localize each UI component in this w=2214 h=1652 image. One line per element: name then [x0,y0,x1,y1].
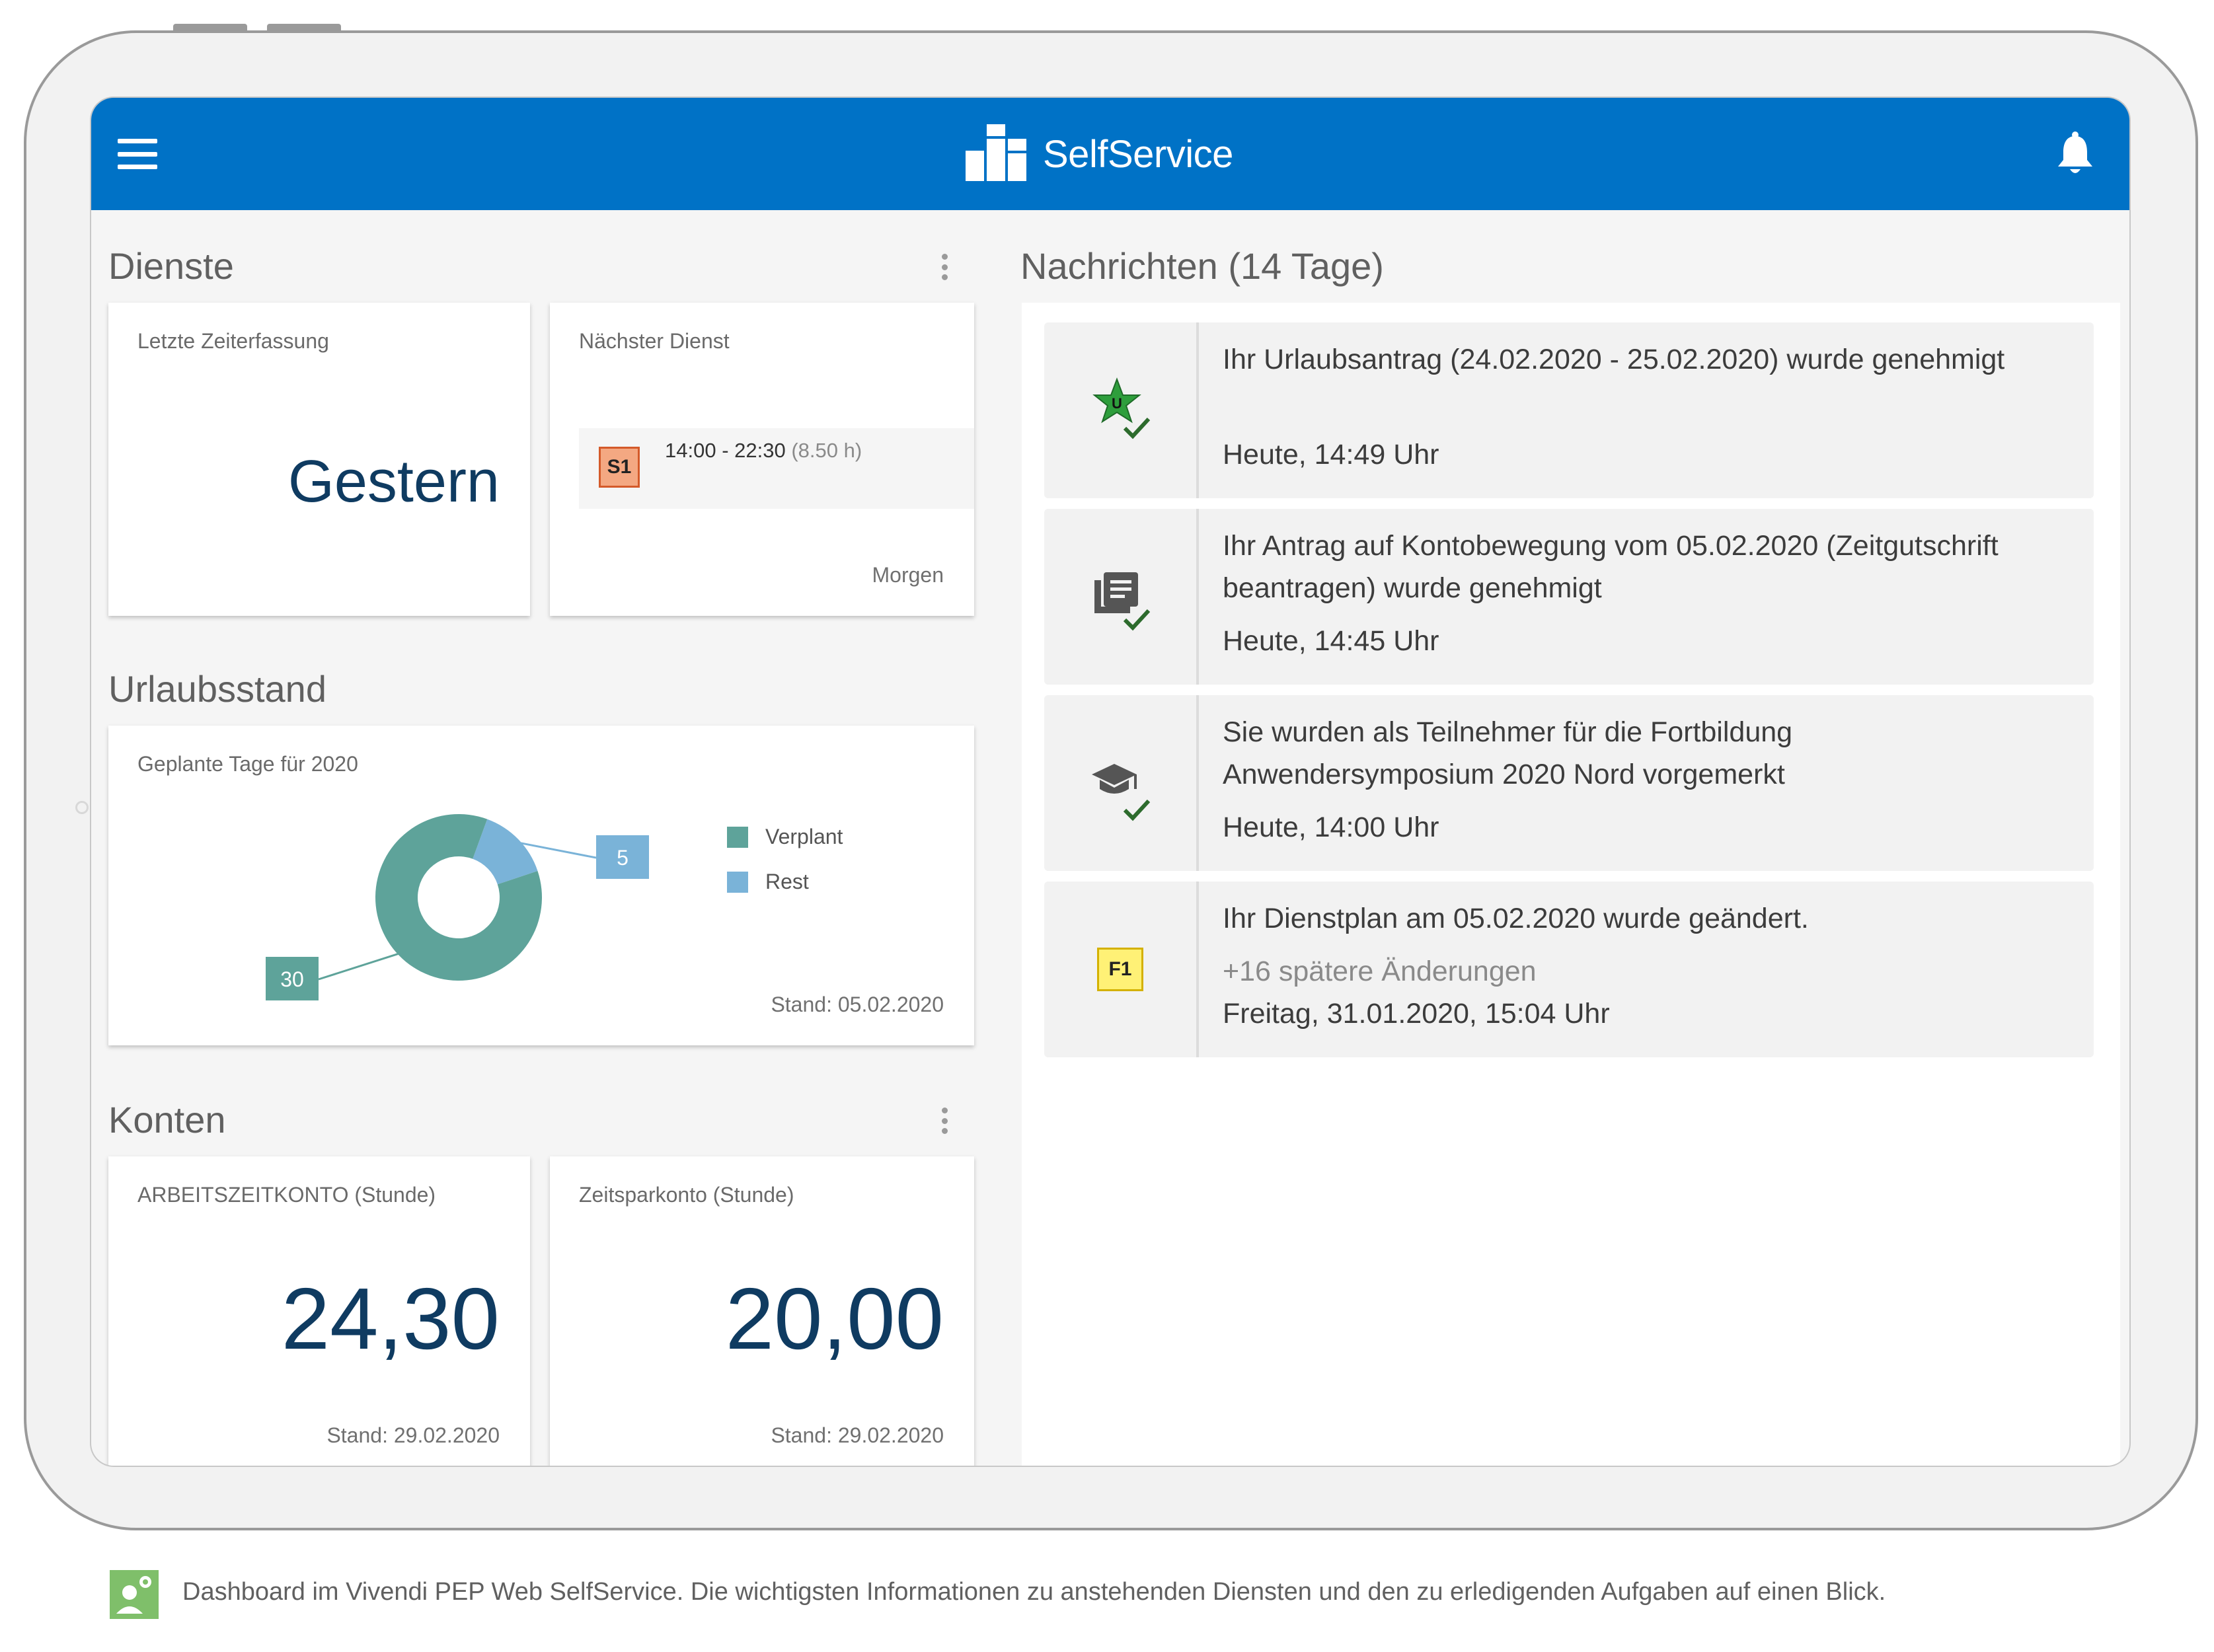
konten-more-icon[interactable] [941,1108,948,1134]
message-icon-area: U [1044,322,1199,498]
bell-icon[interactable] [2055,130,2095,176]
message-item[interactable]: F1 Ihr Dienstplan am 05.02.2020 wurde ge… [1044,882,2094,1057]
data-label-verplant: 30 [280,967,304,991]
tablet-camera [75,801,89,814]
training-cap-approved-icon [1092,764,1151,821]
zeitsparkonto-value: 20,00 [725,1270,944,1367]
message-item[interactable]: Ihr Antrag auf Kontobewegung vom 05.02.2… [1044,509,2094,685]
shift-s1-badge-icon: S1 [599,447,640,488]
next-shift-entry: S1 14:00 - 22:30 (8.50 h) [579,428,974,509]
konten-title: Konten [108,1099,226,1141]
zeitsparkonto-stand: Stand: 29.02.2020 [771,1423,944,1447]
nachrichten-panel: U Ihr Urlaubsantrag (24.02.2020 - 25.02.… [1022,303,2120,1466]
legend-swatch [727,826,748,848]
shift-time-range: 14:00 - 22:30 [665,439,786,462]
arbeitszeitkonto-stand: Stand: 29.02.2020 [326,1423,500,1447]
app-title: SelfService [1043,133,1233,176]
message-time: Freitag, 31.01.2020, 15:04 Uhr [1223,998,1610,1030]
nachrichten-title: Nachrichten (14 Tage) [1020,245,1384,287]
image-caption: Dashboard im Vivendi PEP Web SelfService… [182,1578,1886,1606]
shift-hours: (8.50 h) [791,439,862,462]
account-request-approved-icon [1094,572,1151,631]
card-label: ARBEITSZEITKONTO (Stunde) [137,1183,436,1207]
data-label-rest: 5 [617,846,629,870]
urlaubsstand-title: Urlaubsstand [108,668,326,710]
urlaubsstand-card[interactable]: Geplante Tage für 2020 30 5 Verplant Rest… [108,726,974,1045]
message-icon-area: F1 [1044,882,1199,1057]
message-text: Ihr Urlaubsantrag (24.02.2020 - 25.02.20… [1223,344,2005,375]
legend-label: Rest [765,870,809,893]
zeitsparkonto-card[interactable]: Zeitsparkonto (Stunde) 20,00 Stand: 29.0… [550,1156,974,1466]
message-text: Ihr Dienstplan am 05.02.2020 wurde geänd… [1223,903,1809,934]
tablet-hardware-button [173,24,247,33]
caption-user-icon [110,1570,159,1619]
message-icon-area [1044,695,1199,871]
naechster-dienst-card[interactable]: Nächster Dienst S1 14:00 - 22:30 (8.50 h… [550,303,974,616]
selfservice-logo-icon [966,124,1026,181]
card-label: Nächster Dienst [579,329,730,353]
app-screen: SelfService Dienste Letzte Zeiterfassung… [91,98,2129,1466]
legend-swatch [727,871,748,893]
shift-f1-badge-icon: F1 [1097,948,1143,991]
dienste-more-icon[interactable] [941,254,948,280]
legend-label: Verplant [765,825,843,848]
dienste-title: Dienste [108,245,234,287]
shift-time: 14:00 - 22:30 (8.50 h) [665,439,862,463]
vacation-star-approved-icon: U [1092,377,1151,439]
arbeitszeitkonto-card[interactable]: ARBEITSZEITKONTO (Stunde) 24,30 Stand: 2… [108,1156,530,1466]
app-bar: SelfService [91,98,2129,210]
message-item[interactable]: Sie wurden als Teilnehmer für die Fortbi… [1044,695,2094,871]
message-more-changes: +16 spätere Änderungen [1223,956,1537,987]
tablet-hardware-button [267,24,341,33]
user-settings-icon [116,1576,151,1614]
message-time: Heute, 14:45 Uhr [1223,625,1439,657]
urlaub-stand: Stand: 05.02.2020 [771,993,944,1016]
leader-line-verplant [318,952,402,981]
card-label: Letzte Zeiterfassung [137,329,329,353]
letzte-zeiterfassung-value: Gestern [287,449,500,515]
next-shift-day: Morgen [872,563,944,587]
hamburger-menu-icon[interactable] [118,139,157,169]
message-time: Heute, 14:49 Uhr [1223,439,1439,470]
arbeitszeitkonto-value: 24,30 [281,1270,500,1367]
card-label: Zeitsparkonto (Stunde) [579,1183,794,1207]
message-text: Ihr Antrag auf Kontobewegung vom 05.02.2… [1223,530,1999,604]
message-time: Heute, 14:00 Uhr [1223,811,1439,843]
message-icon-area [1044,509,1199,685]
svg-text:U: U [1112,395,1122,412]
legend-rest: Rest [727,870,809,894]
legend-verplant: Verplant [727,825,843,849]
message-text: Sie wurden als Teilnehmer für die Fortbi… [1223,716,1793,790]
message-item[interactable]: U Ihr Urlaubsantrag (24.02.2020 - 25.02.… [1044,322,2094,498]
letzte-zeiterfassung-card[interactable]: Letzte Zeiterfassung Gestern [108,303,530,616]
